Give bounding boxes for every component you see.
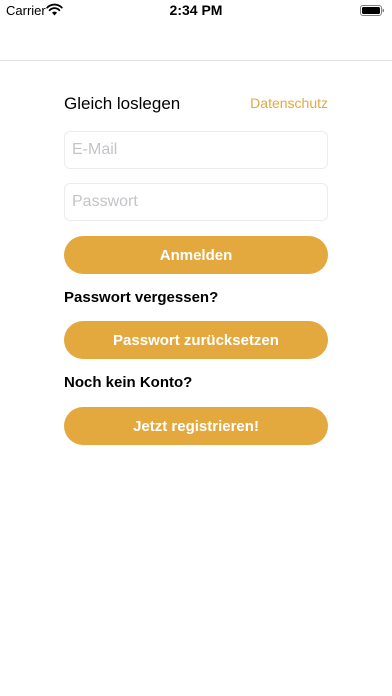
navbar-divider (0, 60, 392, 61)
password-field[interactable] (64, 183, 328, 221)
status-bar: Carrier 2:34 PM (0, 0, 392, 22)
forgot-password-label: Passwort vergessen? (64, 289, 219, 306)
reset-password-button[interactable]: Passwort zurücksetzen (64, 321, 328, 359)
register-button[interactable]: Jetzt registrieren! (64, 407, 328, 445)
login-button[interactable]: Anmelden (64, 236, 328, 274)
privacy-link[interactable]: Datenschutz (250, 95, 328, 111)
status-time: 2:34 PM (169, 2, 223, 18)
battery-icon (360, 5, 384, 16)
email-field[interactable] (64, 131, 328, 169)
page-title: Gleich loslegen (64, 94, 181, 113)
no-account-label: Noch kein Konto? (64, 374, 193, 391)
